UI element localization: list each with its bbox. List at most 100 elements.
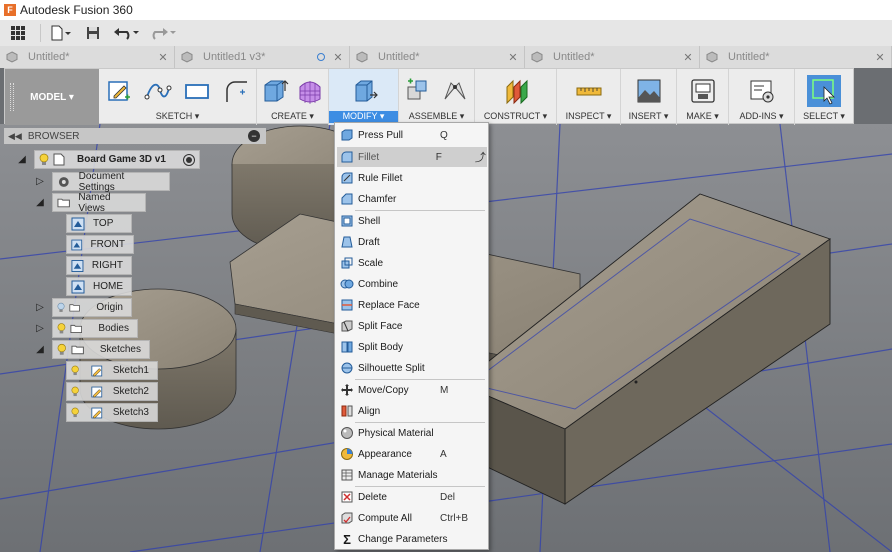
menu-item-draft[interactable]: Draft (337, 232, 487, 252)
view-home-item[interactable]: HOME (66, 277, 132, 296)
tab-untitled-3[interactable]: Untitled* ✕ (350, 46, 525, 68)
joint-icon[interactable] (441, 77, 469, 105)
save-icon[interactable] (77, 20, 109, 46)
file-menu-icon[interactable] (45, 20, 77, 46)
lightbulb-icon[interactable] (71, 406, 79, 419)
measure-icon[interactable] (575, 77, 603, 105)
view-right-item[interactable]: RIGHT (66, 256, 132, 275)
expand-triangle-icon[interactable]: ▷ (34, 323, 46, 334)
cube-icon (531, 51, 543, 63)
tab-untitled-4[interactable]: Untitled* ✕ (525, 46, 700, 68)
scripts-addins-icon[interactable] (748, 77, 776, 105)
sketch2-item[interactable]: Sketch2 (66, 382, 158, 401)
folder-icon (71, 345, 84, 355)
spline-icon[interactable] (144, 77, 172, 105)
lightbulb-off-icon[interactable] (57, 301, 65, 314)
data-panel-grid-icon[interactable] (0, 20, 36, 46)
split-body-icon (340, 340, 354, 354)
offset-plane-icon[interactable] (502, 77, 530, 105)
minimize-icon[interactable]: − (248, 130, 260, 142)
align-icon (340, 404, 354, 418)
activate-radio-icon[interactable] (183, 153, 195, 166)
named-view-icon (71, 217, 85, 230)
tab-untitled-5[interactable]: Untitled* ✕ (700, 46, 892, 68)
menu-item-press-pull[interactable]: Press Pull Q (337, 125, 487, 145)
close-icon[interactable]: ✕ (875, 51, 885, 64)
close-icon[interactable]: ✕ (508, 51, 518, 64)
document-settings-item[interactable]: Document Settings (52, 171, 170, 193)
undo-icon[interactable] (109, 20, 145, 46)
modify-dropdown-menu: Press Pull Q Fillet F ⤴ Rule Fillet Cham… (334, 122, 489, 550)
view-top-item[interactable]: TOP (66, 214, 132, 233)
menu-item-compute-all[interactable]: Compute All Ctrl+B (337, 508, 487, 528)
lightbulb-icon[interactable] (71, 385, 79, 398)
menu-item-delete[interactable]: Delete Del (337, 487, 487, 507)
insert-menu-button[interactable]: INSERT ▾ (621, 111, 676, 123)
lightbulb-icon[interactable] (39, 153, 49, 166)
menu-item-scale[interactable]: Scale (337, 253, 487, 273)
pin-to-toolbar-icon[interactable]: ⤴ (474, 149, 487, 165)
insert-image-icon[interactable] (635, 77, 663, 105)
collapse-triangle-icon[interactable]: ◢ (34, 197, 46, 208)
select-menu-button[interactable]: SELECT ▾ (795, 111, 853, 123)
collapse-triangle-icon[interactable]: ◢ (16, 154, 28, 165)
create-menu-button[interactable]: CREATE ▾ (257, 111, 328, 123)
create-sketch-icon[interactable] (105, 77, 133, 105)
view-front-item[interactable]: FRONT (66, 235, 134, 254)
3d-print-icon[interactable] (689, 77, 717, 105)
new-component-icon[interactable] (404, 77, 432, 105)
menu-item-silhouette-split[interactable]: Silhouette Split (337, 358, 487, 378)
grip-handle[interactable] (10, 83, 14, 111)
menu-item-split-body[interactable]: Split Body (337, 337, 487, 357)
tree-root-item[interactable]: Board Game 3D v1 (34, 150, 200, 169)
menu-item-replace-face[interactable]: Replace Face (337, 295, 487, 315)
close-icon[interactable]: ✕ (683, 51, 693, 64)
sketch1-item[interactable]: Sketch1 (66, 361, 158, 380)
menu-item-physical-material[interactable]: Physical Material (337, 423, 487, 443)
addins-menu-button[interactable]: ADD-INS ▾ (729, 111, 794, 123)
menu-item-combine[interactable]: Combine (337, 274, 487, 294)
tab-untitled-1[interactable]: Untitled* ✕ (0, 46, 175, 68)
menu-item-align[interactable]: Align (337, 401, 487, 421)
menu-item-change-parameters[interactable]: Σ Change Parameters (337, 529, 487, 549)
sketches-item[interactable]: Sketches (52, 340, 150, 359)
sketch3-item[interactable]: Sketch3 (66, 403, 158, 422)
lightbulb-icon[interactable] (57, 322, 66, 335)
menu-item-split-face[interactable]: Split Face (337, 316, 487, 336)
lightbulb-icon[interactable] (71, 364, 79, 377)
menu-item-manage-materials[interactable]: Manage Materials (337, 465, 487, 485)
menu-item-fillet[interactable]: Fillet F ⤴ (337, 147, 487, 167)
select-icon[interactable] (807, 75, 841, 107)
collapse-triangle-icon[interactable]: ◢ (34, 344, 46, 355)
named-views-item[interactable]: Named Views (52, 192, 146, 214)
form-icon[interactable] (296, 77, 324, 105)
tab-untitled1-v3[interactable]: Untitled1 v3* ✕ (175, 46, 350, 68)
redo-icon[interactable] (145, 20, 181, 46)
close-icon[interactable]: ✕ (158, 51, 168, 64)
tree-item-named-views: ◢ Named Views (34, 192, 146, 214)
construct-group: CONSTRUCT ▾ (475, 69, 557, 125)
tree-item-sketch1: Sketch1 (66, 361, 158, 380)
workspace-switcher-button[interactable]: MODEL ▾ (5, 69, 99, 125)
menu-item-appearance[interactable]: Appearance A (337, 444, 487, 464)
rectangle-icon[interactable] (183, 77, 211, 105)
sketch-menu-button[interactable]: SKETCH ▾ (99, 111, 256, 123)
collapse-browser-icon[interactable]: ◀◀ (8, 131, 22, 142)
origin-item[interactable]: Origin (52, 298, 132, 317)
menu-item-chamfer[interactable]: Chamfer (337, 189, 487, 209)
named-view-icon (71, 239, 83, 250)
menu-item-shell[interactable]: Shell (337, 211, 487, 231)
expand-triangle-icon[interactable]: ▷ (34, 302, 46, 313)
make-menu-button[interactable]: MAKE ▾ (677, 111, 728, 123)
fillet-arc-icon[interactable] (222, 77, 250, 105)
expand-triangle-icon[interactable]: ▷ (34, 176, 46, 187)
insert-group: INSERT ▾ (621, 69, 677, 125)
close-icon[interactable]: ✕ (333, 51, 343, 64)
inspect-menu-button[interactable]: INSPECT ▾ (557, 111, 620, 123)
extrude-icon[interactable] (261, 77, 289, 105)
press-pull-icon[interactable] (350, 77, 378, 105)
lightbulb-icon[interactable] (57, 343, 67, 356)
bodies-item[interactable]: Bodies (52, 319, 138, 338)
menu-item-rule-fillet[interactable]: Rule Fillet (337, 168, 487, 188)
menu-item-move-copy[interactable]: Move/Copy M (337, 380, 487, 400)
